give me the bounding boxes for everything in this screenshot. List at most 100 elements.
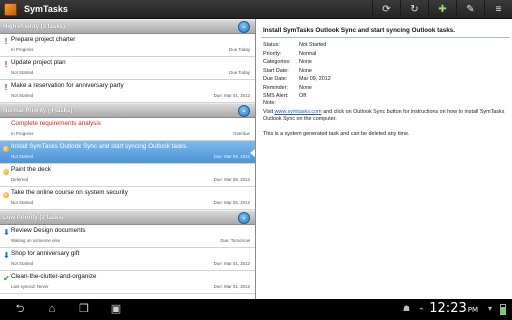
task-title: Shop for anniversary gift bbox=[11, 250, 80, 257]
collapse-chevron-icon[interactable]: ⌄ bbox=[238, 105, 250, 117]
sync-icon: ⟳ bbox=[382, 4, 391, 15]
clock-time: 12:23 bbox=[429, 301, 467, 316]
collapse-chevron-icon[interactable]: ⌄ bbox=[238, 21, 250, 33]
task-title: Complete requirements analysis bbox=[11, 120, 101, 127]
section-header[interactable]: Low Priority (3 tasks) ⌄ bbox=[0, 210, 255, 225]
task-status: Not Started bbox=[11, 93, 34, 98]
detail-field-label: Reminder: bbox=[263, 84, 288, 91]
wifi-icon: ▾ bbox=[487, 304, 492, 313]
detail-field-value: None bbox=[299, 67, 312, 74]
detail-field-label: Priority: bbox=[263, 50, 282, 57]
normal-priority-icon bbox=[3, 169, 9, 175]
no-priority-icon bbox=[3, 121, 9, 130]
section-header[interactable]: Normal Priority (4 tasks) ⌄ bbox=[0, 103, 255, 118]
task-due-date: Due Today bbox=[229, 70, 250, 75]
task-status: In Progress bbox=[11, 131, 34, 136]
low-priority-arrow-icon: ⬇ bbox=[3, 228, 10, 237]
task-due-date: Due: Mar 05, 2012 bbox=[213, 177, 250, 182]
screenshot-button[interactable]: ▣ bbox=[104, 302, 128, 316]
task-detail-pane: Install SymTasks Outlook Sync and start … bbox=[257, 19, 512, 299]
note-text: Visit www.symtasks.com and click on Outl… bbox=[263, 109, 507, 124]
refresh-button[interactable]: ↻ bbox=[400, 0, 428, 19]
note-prefix: Visit bbox=[263, 109, 275, 115]
high-priority-icon: ! bbox=[4, 37, 8, 46]
back-icon: ⮌ bbox=[15, 303, 25, 315]
detail-field-value: Not Started bbox=[299, 42, 327, 48]
task-title: Install SymTasks Outlook Sync and start … bbox=[11, 143, 189, 150]
android-icon: ☗ bbox=[402, 304, 410, 313]
back-button[interactable]: ⮌ bbox=[8, 302, 32, 316]
detail-field-row: Categories: None bbox=[263, 58, 503, 67]
task-title: Make a reservation for anniversary party bbox=[11, 82, 124, 89]
task-row[interactable]: ! Make a reservation for anniversary part… bbox=[0, 80, 255, 103]
action-bar: SymTasks ⟳ ↻ ✚ ✎ ≡ bbox=[0, 0, 512, 19]
recent-apps-icon: ❐ bbox=[79, 303, 89, 315]
task-due-date: Due: Mar 05, 2012 bbox=[213, 200, 250, 205]
note-label: Note: bbox=[263, 100, 276, 106]
overflow-menu-button[interactable]: ≡ bbox=[484, 0, 512, 19]
task-status: Not Started bbox=[11, 200, 34, 205]
home-button[interactable]: ⌂ bbox=[40, 302, 64, 316]
task-row[interactable]: ! Prepare project charter In Progress Due T… bbox=[0, 34, 255, 57]
action-bar-buttons: ⟳ ↻ ✚ ✎ ≡ bbox=[372, 0, 512, 19]
task-row[interactable]: Install SymTasks Outlook Sync and start … bbox=[0, 141, 255, 164]
high-priority-icon: ! bbox=[4, 60, 8, 69]
task-status: Deferred bbox=[11, 177, 29, 182]
note-footer: This is a system generated task and can … bbox=[263, 131, 410, 137]
section-header[interactable]: High Priority (3 tasks) ⌄ bbox=[0, 19, 255, 34]
task-list-pane: High Priority (3 tasks) ⌄! Prepare project… bbox=[0, 19, 256, 299]
selection-pointer-icon bbox=[250, 148, 255, 158]
collapse-chevron-icon[interactable]: ⌄ bbox=[238, 212, 250, 224]
task-status: Last synced: Never bbox=[11, 284, 49, 289]
detail-field-row: Reminder: None bbox=[263, 84, 503, 93]
task-row[interactable]: ⬇ Review Design documents Waiting on someo… bbox=[0, 225, 255, 248]
task-title: Take the online course on system securit… bbox=[11, 189, 128, 196]
task-title: Review Design documents bbox=[11, 227, 86, 234]
task-due-date: Due Today bbox=[229, 47, 250, 52]
high-priority-icon: ! bbox=[4, 83, 8, 92]
task-title: Clean-the-clutter-and-organize bbox=[11, 273, 97, 280]
task-title: Prepare project charter bbox=[11, 36, 76, 43]
task-due-date: Due: Mar 01, 2012 bbox=[213, 261, 250, 266]
symtasks-link[interactable]: www.symtasks.com bbox=[275, 109, 322, 115]
recent-apps-button[interactable]: ❐ bbox=[72, 302, 96, 316]
detail-title: Install SymTasks Outlook Sync and start … bbox=[263, 27, 455, 34]
low-priority-arrow-icon: ⬇ bbox=[3, 251, 10, 260]
task-status: Not Started bbox=[11, 70, 34, 75]
edit-task-icon: ✎ bbox=[466, 4, 475, 15]
detail-field-value: None bbox=[299, 84, 312, 91]
menu-icon: ≡ bbox=[495, 4, 502, 15]
clock: 12:23PM bbox=[429, 301, 478, 316]
add-task-button[interactable]: ✚ bbox=[428, 0, 456, 19]
detail-field-row: Start Date: None bbox=[263, 67, 503, 76]
detail-field-label: Start Date: bbox=[263, 67, 289, 74]
sync-button[interactable]: ⟳ bbox=[372, 0, 400, 19]
battery-icon bbox=[500, 304, 506, 315]
detail-field-value: Normal bbox=[299, 50, 317, 57]
normal-priority-icon bbox=[3, 146, 9, 152]
detail-field-value: None bbox=[299, 59, 312, 65]
task-status: Not Started bbox=[11, 154, 34, 159]
task-due-date: Due: Mar 09, 2012 bbox=[213, 154, 250, 159]
task-row[interactable]: Take the online course on system securit… bbox=[0, 187, 255, 210]
task-title: Paint the deck bbox=[11, 166, 51, 173]
task-row[interactable]: ⬇ Shop for anniversary gift Not Started Due… bbox=[0, 248, 255, 271]
detail-field-value: Off bbox=[299, 93, 307, 99]
task-row[interactable]: ! Update project plan Not Started Due Today bbox=[0, 57, 255, 80]
task-due-date: Overdue bbox=[233, 131, 250, 136]
task-due-date: Due: Tomorrow bbox=[220, 238, 250, 243]
task-row[interactable]: ✔ Clean-the-clutter-and-organize Last sync… bbox=[0, 271, 255, 294]
task-due-date: Due: Mar 01, 2012 bbox=[213, 284, 250, 289]
task-row[interactable]: Complete requirements analysis In Progres… bbox=[0, 118, 255, 141]
completed-check-icon: ✔ bbox=[3, 274, 10, 283]
task-row[interactable]: Paint the deck Deferred Due: Mar 05, 2012 bbox=[0, 164, 255, 187]
section-title: Low Priority (3 tasks) bbox=[3, 214, 64, 221]
normal-priority-icon bbox=[3, 192, 9, 198]
detail-field-row: Priority: Normal bbox=[263, 50, 503, 59]
task-status: Not Started bbox=[11, 261, 34, 266]
detail-field-label: Categories: bbox=[263, 59, 291, 65]
edit-task-button[interactable]: ✎ bbox=[456, 0, 484, 19]
system-bar: ⮌ ⌂ ❐ ▣ ☗ ⌁ 12:23PM ▾ bbox=[0, 299, 512, 320]
section-title: High Priority (3 tasks) bbox=[3, 23, 66, 30]
task-due-date: Due: Mar 01, 2012 bbox=[213, 93, 250, 98]
